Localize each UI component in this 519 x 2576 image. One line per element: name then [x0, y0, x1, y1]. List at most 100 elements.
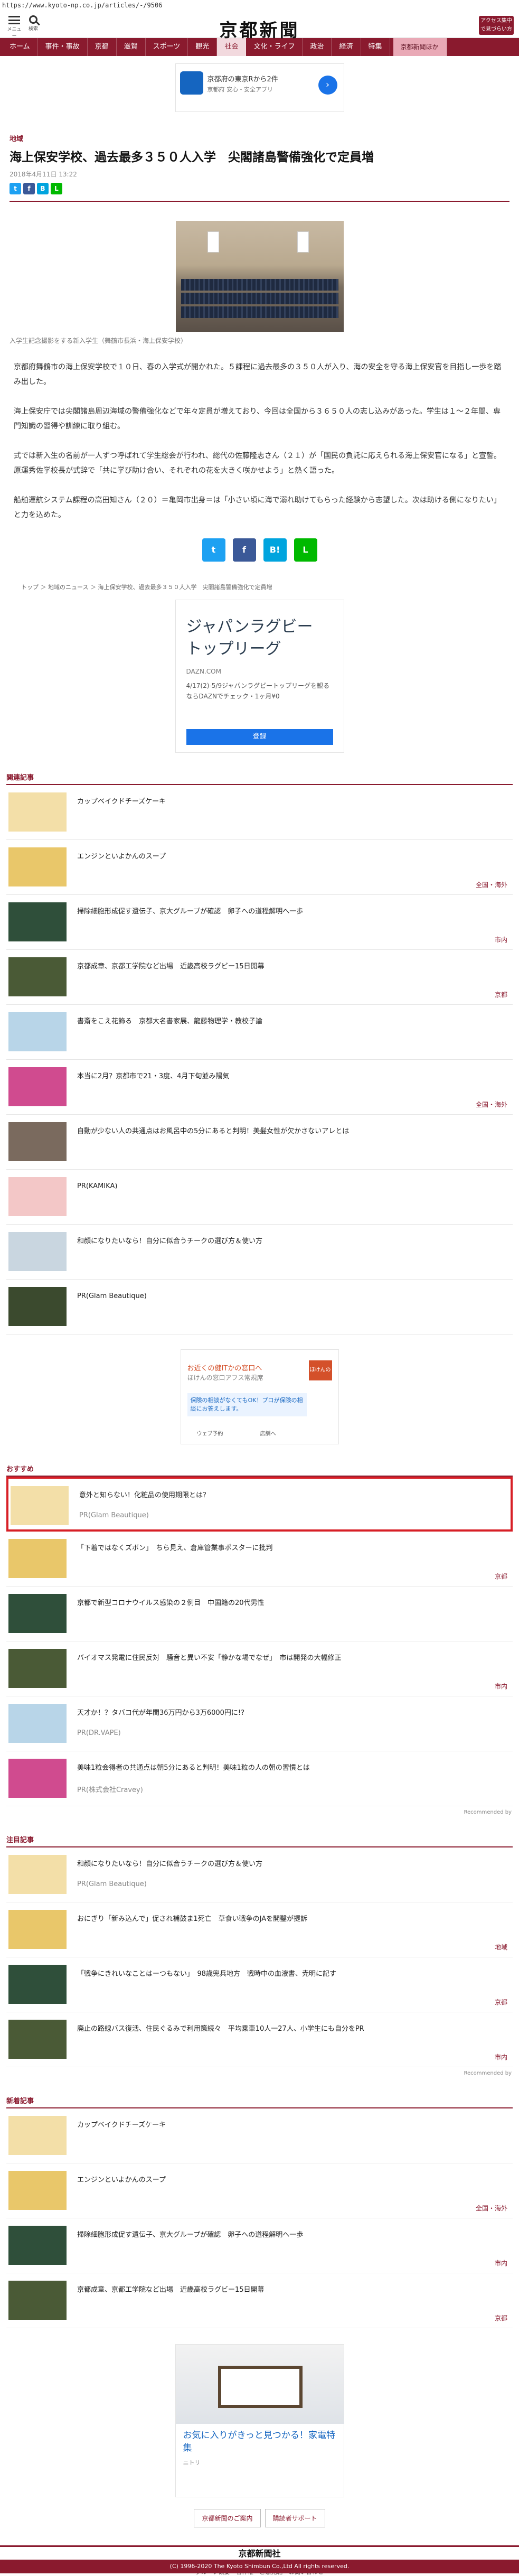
- support-button[interactable]: 購読者サポート: [265, 2509, 325, 2527]
- list-item[interactable]: カップベイクドチーズケーキ: [6, 785, 513, 840]
- list-item[interactable]: 廃止の路線バス復活、住民ぐるみで利用策続々 平均乗車10人一27人、小学生にも自…: [6, 2012, 513, 2067]
- facebook-icon[interactable]: f: [23, 183, 35, 194]
- thumbnail: [8, 847, 67, 886]
- photo-caption: 入学生記念撮影をする新入学生（舞鶴市長浜・海上保安学校）: [10, 337, 187, 344]
- list-item[interactable]: 掃除細胞形成促す遺伝子、京大グループが確認 卵子への道程解明へ一歩 市内: [6, 895, 513, 950]
- list-item[interactable]: バイオマス発電に住民反対 騒音と異い不安「静かな場でなぜ」 市は開発の大幅修正市…: [6, 1641, 513, 1696]
- url-bar[interactable]: https://www.kyoto-np.co.jp/articles/-/95…: [0, 0, 519, 12]
- latest-list: カップベイクドチーズケーキ エンジンといよかんのスープ 全国・海外 掃除細胞形成促す遺…: [0, 2108, 519, 2328]
- list-item[interactable]: 書斎をこえ花飾る 京都大名書家展、龍藤物理学・教校子論: [6, 1005, 513, 1060]
- footer-logo[interactable]: 京都新聞社: [0, 2546, 519, 2559]
- article-title: 海上保安学校、過去最多３５０人入学 尖閣諸島警備強化で定員増: [10, 151, 374, 164]
- hatena-icon[interactable]: B!: [263, 538, 287, 562]
- list-item-title: 和顔になりたいなら！自分に似合うチークの選び方＆使い方: [77, 1860, 263, 1868]
- list-item-tag: 京都: [494, 991, 507, 998]
- list-item-tag: 京都: [494, 2314, 507, 2322]
- line-icon[interactable]: L: [294, 538, 317, 562]
- list-item-tag: 京都: [494, 1573, 507, 1580]
- access-help-button[interactable]: アクセス集中で見づらい方: [479, 16, 514, 35]
- attention-heading: 注目記事: [6, 1836, 34, 1844]
- breadcrumb-item[interactable]: トップ: [21, 584, 39, 591]
- line-icon[interactable]: L: [51, 183, 62, 194]
- list-item[interactable]: 意外と知らない！化粧品の使用期限とは？ PR(Glam Beautique): [6, 1477, 513, 1532]
- guide-button[interactable]: 京都新聞のご案内: [194, 2509, 261, 2527]
- thumbnail: [8, 1287, 67, 1326]
- ad3-sub: ほけんの窓口アフス常規席: [187, 1374, 263, 1382]
- ad3-link[interactable]: 店舗へ: [260, 1429, 276, 1437]
- thumbnail: [8, 1704, 67, 1743]
- list-item-tag: 市内: [494, 2054, 507, 2061]
- twitter-icon[interactable]: t: [202, 538, 225, 562]
- thumbnail: [8, 1759, 67, 1798]
- article-paragraph: 京都府舞鶴市の海上保安学校で１０日、春の入学式が開かれた。５課程に過去最多の３５…: [14, 363, 502, 386]
- list-item[interactable]: 天才か！？タバコ代が年間36万円から3万6000円に!? PR(DR.VAPE): [6, 1696, 513, 1751]
- list-item[interactable]: 自動が少ない人の共通点はお風呂中の5分にあると判明！美髪女性が欠かさないアレとは: [6, 1115, 513, 1170]
- list-item[interactable]: 本当に2月？京都市で21・3度、4月下旬並み陽気 全国・海外: [6, 1060, 513, 1115]
- list-item-tag: PR(Glam Beautique): [77, 1880, 147, 1888]
- list-item[interactable]: おにぎり「新み込んで」促され補鼓ま1死亡 草食い戦争のJAを開鑿が提訴 地域: [6, 1902, 513, 1957]
- thumbnail: [8, 1594, 67, 1633]
- top-ad-title: 京都府の東京Rから2件: [207, 76, 278, 83]
- recommended-by: Recommended by: [464, 1809, 512, 1815]
- thumbnail: [8, 1122, 67, 1161]
- top-ad[interactable]: 京都府の東京Rから2件 京都府 安心・安全アプリ ›: [175, 63, 344, 112]
- list-item-tag: 市内: [494, 1683, 507, 1690]
- list-item-title: 京都で新型コロナウイルス感染の２例目 中国籍の20代男性: [77, 1599, 265, 1607]
- ad3-link[interactable]: ウェブ予約: [197, 1429, 223, 1437]
- article-category[interactable]: 地域: [10, 133, 519, 143]
- list-item[interactable]: カップベイクドチーズケーキ: [6, 2108, 513, 2163]
- list-item[interactable]: 「下着ではなくズボン」 ちら見え、倉庫管業事ポスターに批判 京都: [6, 1532, 513, 1586]
- hatena-icon[interactable]: B: [37, 183, 49, 194]
- arrow-right-icon[interactable]: ›: [318, 76, 337, 95]
- thumbnail: [8, 2171, 67, 2210]
- list-item-title: 掃除細胞形成促す遺伝子、京大グループが確認 卵子への道程解明へ一歩: [77, 908, 304, 916]
- article-photo[interactable]: [175, 221, 344, 332]
- list-item[interactable]: エンジンといよかんのスープ 全国・海外: [6, 840, 513, 895]
- list-item-title: 天才か！？タバコ代が年間36万円から3万6000円に!?: [77, 1709, 245, 1717]
- list-item[interactable]: 美味1粒会得者の共通点は朝5分にあると判明！美味1粒の人の朝の習慣とは PR(株式…: [6, 1751, 513, 1806]
- list-item-title: 意外と知らない！化粧品の使用期限とは？: [79, 1491, 210, 1499]
- thumbnail: [8, 1232, 67, 1271]
- ad3-title: お近くの健ITかの窓口へ: [187, 1365, 262, 1373]
- related-list: カップベイクドチーズケーキ エンジンといよかんのスープ 全国・海外 掃除細胞形成促す遺…: [0, 785, 519, 1334]
- app-icon: [180, 71, 203, 95]
- twitter-icon[interactable]: t: [10, 183, 21, 194]
- recommend-list: 意外と知らない！化粧品の使用期限とは？ PR(Glam Beautique) 「下着…: [0, 1477, 519, 1806]
- list-item[interactable]: PR(KAMIKA): [6, 1170, 513, 1225]
- students-row: [181, 279, 338, 291]
- list-item[interactable]: 和顔になりたいなら！自分に似合うチークの選び方＆使い方: [6, 1225, 513, 1280]
- mid-ad[interactable]: ジャパンラグビー トップリーグ DAZN.COM 4/17(2)-5/9ジャパン…: [175, 600, 344, 753]
- list-item[interactable]: 京都で新型コロナウイルス感染の２例目 中国籍の20代男性: [6, 1586, 513, 1641]
- thumbnail: [8, 2226, 67, 2265]
- thumbnail: [8, 902, 67, 941]
- list-item[interactable]: 京都成章、京都工学院など出場 近畿高校ラグビー15日開幕 京都: [6, 2273, 513, 2328]
- share-bar-top: t f B L: [10, 183, 509, 194]
- share-bar-bottom: t f B! L: [0, 538, 519, 562]
- list-item-tag: 京都: [494, 1999, 507, 2006]
- list-item[interactable]: 「戦争にきれいなことはーつもない」 98歳兜兵地方 戦時中の血液書、尭明に記す京…: [6, 1957, 513, 2012]
- thumbnail: [8, 2116, 67, 2155]
- thumbnail: [8, 1649, 67, 1688]
- copyright: (C) 1996-2020 The Kyoto Shimbun Co.,Ltd …: [0, 2560, 519, 2573]
- list-item-tag: 市内: [494, 2260, 507, 2267]
- list-item-title: 掃除細胞形成促す遺伝子、京大グループが確認 卵子への道程解明へ一歩: [77, 2231, 304, 2239]
- list-item-title: エンジンといよかんのスープ: [77, 853, 166, 861]
- mid-ad-button[interactable]: 登録: [186, 729, 333, 745]
- list-item[interactable]: 和顔になりたいなら！自分に似合うチークの選び方＆使い方 PR(Glam Beaut…: [6, 1847, 513, 1902]
- list-item-tag: PR(Glam Beautique): [79, 1511, 149, 1519]
- thumbnail: [8, 1855, 67, 1894]
- thumbnail: [8, 1910, 67, 1949]
- breadcrumb-item[interactable]: 地域のニュース: [48, 584, 88, 591]
- list-item-title: 「戦争にきれいなことはーつもない」 98歳兜兵地方 戦時中の血液書、尭明に記す: [77, 1970, 337, 1978]
- list-item[interactable]: PR(Glam Beautique): [6, 1280, 513, 1334]
- list-item-title: 本当に2月？京都市で21・3度、4月下旬並み陽気: [77, 1072, 230, 1080]
- list-item[interactable]: エンジンといよかんのスープ 全国・海外: [6, 2163, 513, 2218]
- facebook-icon[interactable]: f: [232, 538, 256, 562]
- list-item[interactable]: 掃除細胞形成促す遺伝子、京大グループが確認 卵子への道程解明へ一歩市内: [6, 2218, 513, 2273]
- furniture-ad[interactable]: お気に入りがきっと見つかる！家電特集 ニトリ: [175, 2344, 344, 2497]
- site-logo[interactable]: 京都新聞: [0, 16, 519, 42]
- insurance-ad[interactable]: お近くの健ITかの窓口へ ほけんの窓口アフス常規席 ほけんの窓口 保険の相談がな…: [180, 1349, 339, 1444]
- thumbnail: [8, 1965, 67, 2004]
- thumbnail: [8, 957, 67, 996]
- list-item[interactable]: 京都成章、京都工学院など出場 近畿高校ラグビー15日開幕 京都: [6, 950, 513, 1005]
